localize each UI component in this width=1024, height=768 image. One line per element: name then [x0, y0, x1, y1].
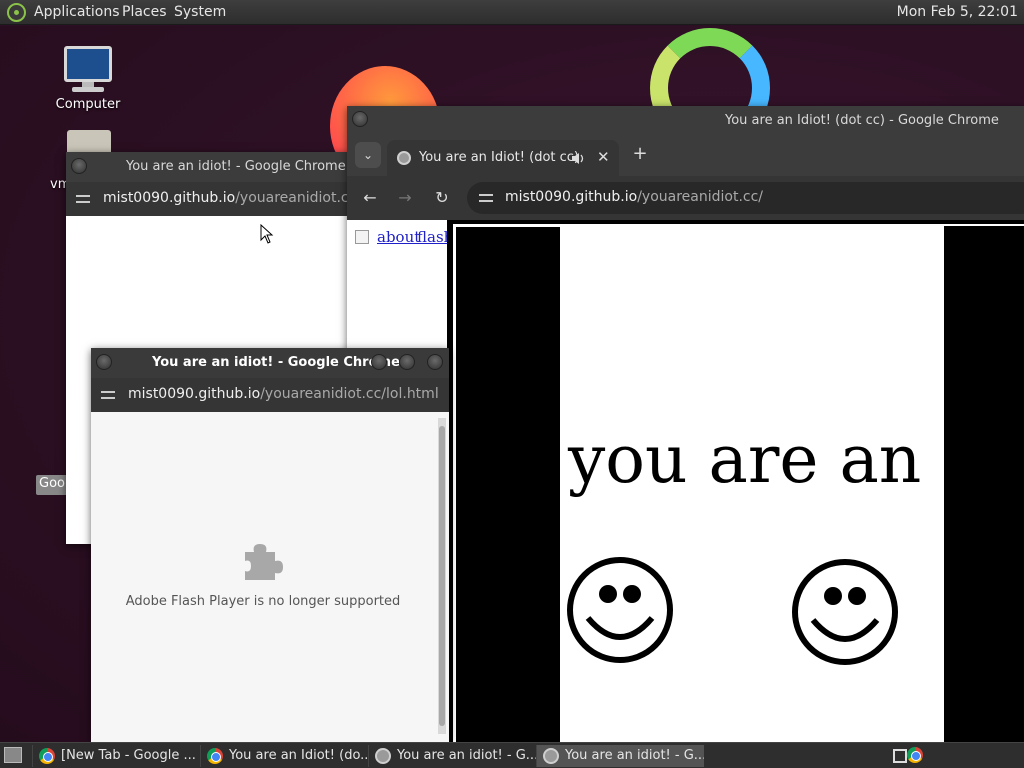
url-domain: mist0090.github.io	[128, 386, 261, 402]
url-path: /youareanidiot.cc/	[637, 189, 764, 205]
window-title: You are an idiot! - Google Chrome	[126, 159, 346, 174]
scrollbar-thumb[interactable]	[439, 426, 445, 726]
smiley-face-icon	[567, 557, 673, 663]
desktop-icon-label-goo[interactable]: Goo	[36, 475, 70, 495]
puzzle-piece-icon	[245, 544, 283, 580]
close-button[interactable]	[427, 354, 443, 370]
top-panel: Applications Places System Mon Feb 5, 22…	[0, 0, 1024, 25]
system-menu[interactable]: System	[174, 4, 226, 20]
window-title: You are an idiot! - Google Chrome	[152, 355, 400, 370]
url-text[interactable]: mist0090.github.io/youareanidiot.cc/lol	[103, 190, 350, 206]
taskbar-item-label: You are an Idiot! (do...	[229, 748, 368, 763]
taskbar-item-new-tab[interactable]: [New Tab - Google ...	[32, 745, 200, 767]
minimize-button[interactable]	[371, 354, 387, 370]
distro-logo-icon[interactable]	[7, 3, 26, 22]
computer-icon-base	[72, 87, 104, 92]
window-menu-button[interactable]	[352, 111, 368, 127]
reload-icon[interactable]: ↻	[431, 187, 453, 209]
scrollbar[interactable]	[438, 418, 446, 734]
toolbar: ← → ↻ mist0090.github.io/youareanidiot.c…	[347, 176, 1024, 220]
tab-active[interactable]: You are an Idiot! (dot cc) ✕	[387, 140, 619, 176]
globe-icon	[543, 748, 559, 764]
globe-icon	[397, 151, 411, 165]
computer-icon[interactable]	[64, 46, 112, 82]
maximize-button[interactable]	[399, 354, 415, 370]
tab-title: You are an Idiot! (dot cc)	[419, 150, 579, 165]
address-bar[interactable]: mist0090.github.io/youareanidiot.cc/lol	[66, 182, 350, 216]
url-text[interactable]: mist0090.github.io/youareanidiot.cc/	[505, 189, 763, 205]
globe-icon	[375, 748, 391, 764]
show-desktop-icon[interactable]	[4, 747, 22, 763]
url-path: /youareanidiot.cc/lol	[235, 190, 350, 206]
taskbar: [New Tab - Google ... You are an Idiot! …	[0, 742, 1024, 768]
site-info-icon[interactable]	[76, 193, 90, 205]
taskbar-item-label: You are an idiot! - G...	[397, 748, 536, 763]
idiot-panel: you are an idiot	[560, 226, 1024, 746]
taskbar-item-idiot-2[interactable]: You are an idiot! - G...	[536, 745, 704, 767]
back-arrow-icon[interactable]: ←	[359, 187, 381, 209]
address-bar[interactable]: mist0090.github.io/youareanidiot.cc/lol.…	[91, 378, 449, 412]
tab-search-chevron-icon[interactable]: ⌄	[355, 142, 381, 168]
site-info-icon[interactable]	[101, 389, 115, 401]
forward-arrow-icon[interactable]: →	[394, 187, 416, 209]
window-titlebar[interactable]: You are an Idiot! (dot cc) - Google Chro…	[347, 106, 1024, 136]
taskbar-item-idiot-dot-cc[interactable]: You are an Idiot! (do...	[200, 745, 368, 767]
flash-unsupported-message: Adobe Flash Player is no longer supporte…	[125, 594, 401, 609]
window-titlebar[interactable]: You are an idiot! - Google Chrome	[91, 348, 449, 378]
places-menu[interactable]: Places	[122, 4, 167, 20]
url-domain: mist0090.github.io	[103, 190, 236, 206]
workspace-switcher-icon[interactable]	[893, 749, 907, 763]
chrome-icon	[39, 748, 55, 764]
page-content[interactable]: Adobe Flash Player is no longer supporte…	[91, 412, 449, 742]
computer-icon-label[interactable]: Computer	[50, 97, 126, 112]
tab-strip: ⌄ You are an Idiot! (dot cc) ✕ +	[347, 136, 1024, 176]
url-text[interactable]: mist0090.github.io/youareanidiot.cc/lol.…	[128, 386, 439, 402]
taskbar-item-label: You are an idiot! - G...	[565, 748, 704, 763]
window-title: You are an Idiot! (dot cc) - Google Chro…	[725, 113, 999, 128]
address-bar[interactable]: mist0090.github.io/youareanidiot.cc/	[467, 182, 1024, 214]
chrome-window-front[interactable]: You are an idiot! - Google Chrome mist00…	[91, 348, 449, 742]
speaker-icon[interactable]	[571, 152, 585, 165]
window-menu-button[interactable]	[96, 354, 112, 370]
about-link[interactable]: about	[377, 228, 420, 246]
chrome-icon	[207, 748, 223, 764]
tab-close-icon[interactable]: ✕	[597, 148, 610, 166]
broken-image-icon	[355, 230, 369, 244]
taskbar-item-label: [New Tab - Google ...	[61, 748, 196, 763]
idiot-panel-inverted	[944, 226, 1024, 746]
mouse-cursor-icon	[260, 224, 274, 244]
clock[interactable]: Mon Feb 5, 22:01	[897, 4, 1018, 20]
url-path: /youareanidiot.cc/lol.html	[260, 386, 439, 402]
new-tab-button[interactable]: +	[630, 144, 650, 164]
taskbar-item-idiot-1[interactable]: You are an idiot! - G...	[368, 745, 536, 767]
smiley-face-icon	[792, 559, 898, 665]
window-menu-button[interactable]	[71, 158, 87, 174]
url-domain: mist0090.github.io	[505, 189, 638, 205]
applications-menu[interactable]: Applications	[34, 4, 120, 20]
chrome-tray-icon[interactable]	[907, 747, 923, 763]
site-info-icon[interactable]	[479, 192, 493, 204]
window-titlebar[interactable]: You are an idiot! - Google Chrome	[66, 152, 350, 182]
